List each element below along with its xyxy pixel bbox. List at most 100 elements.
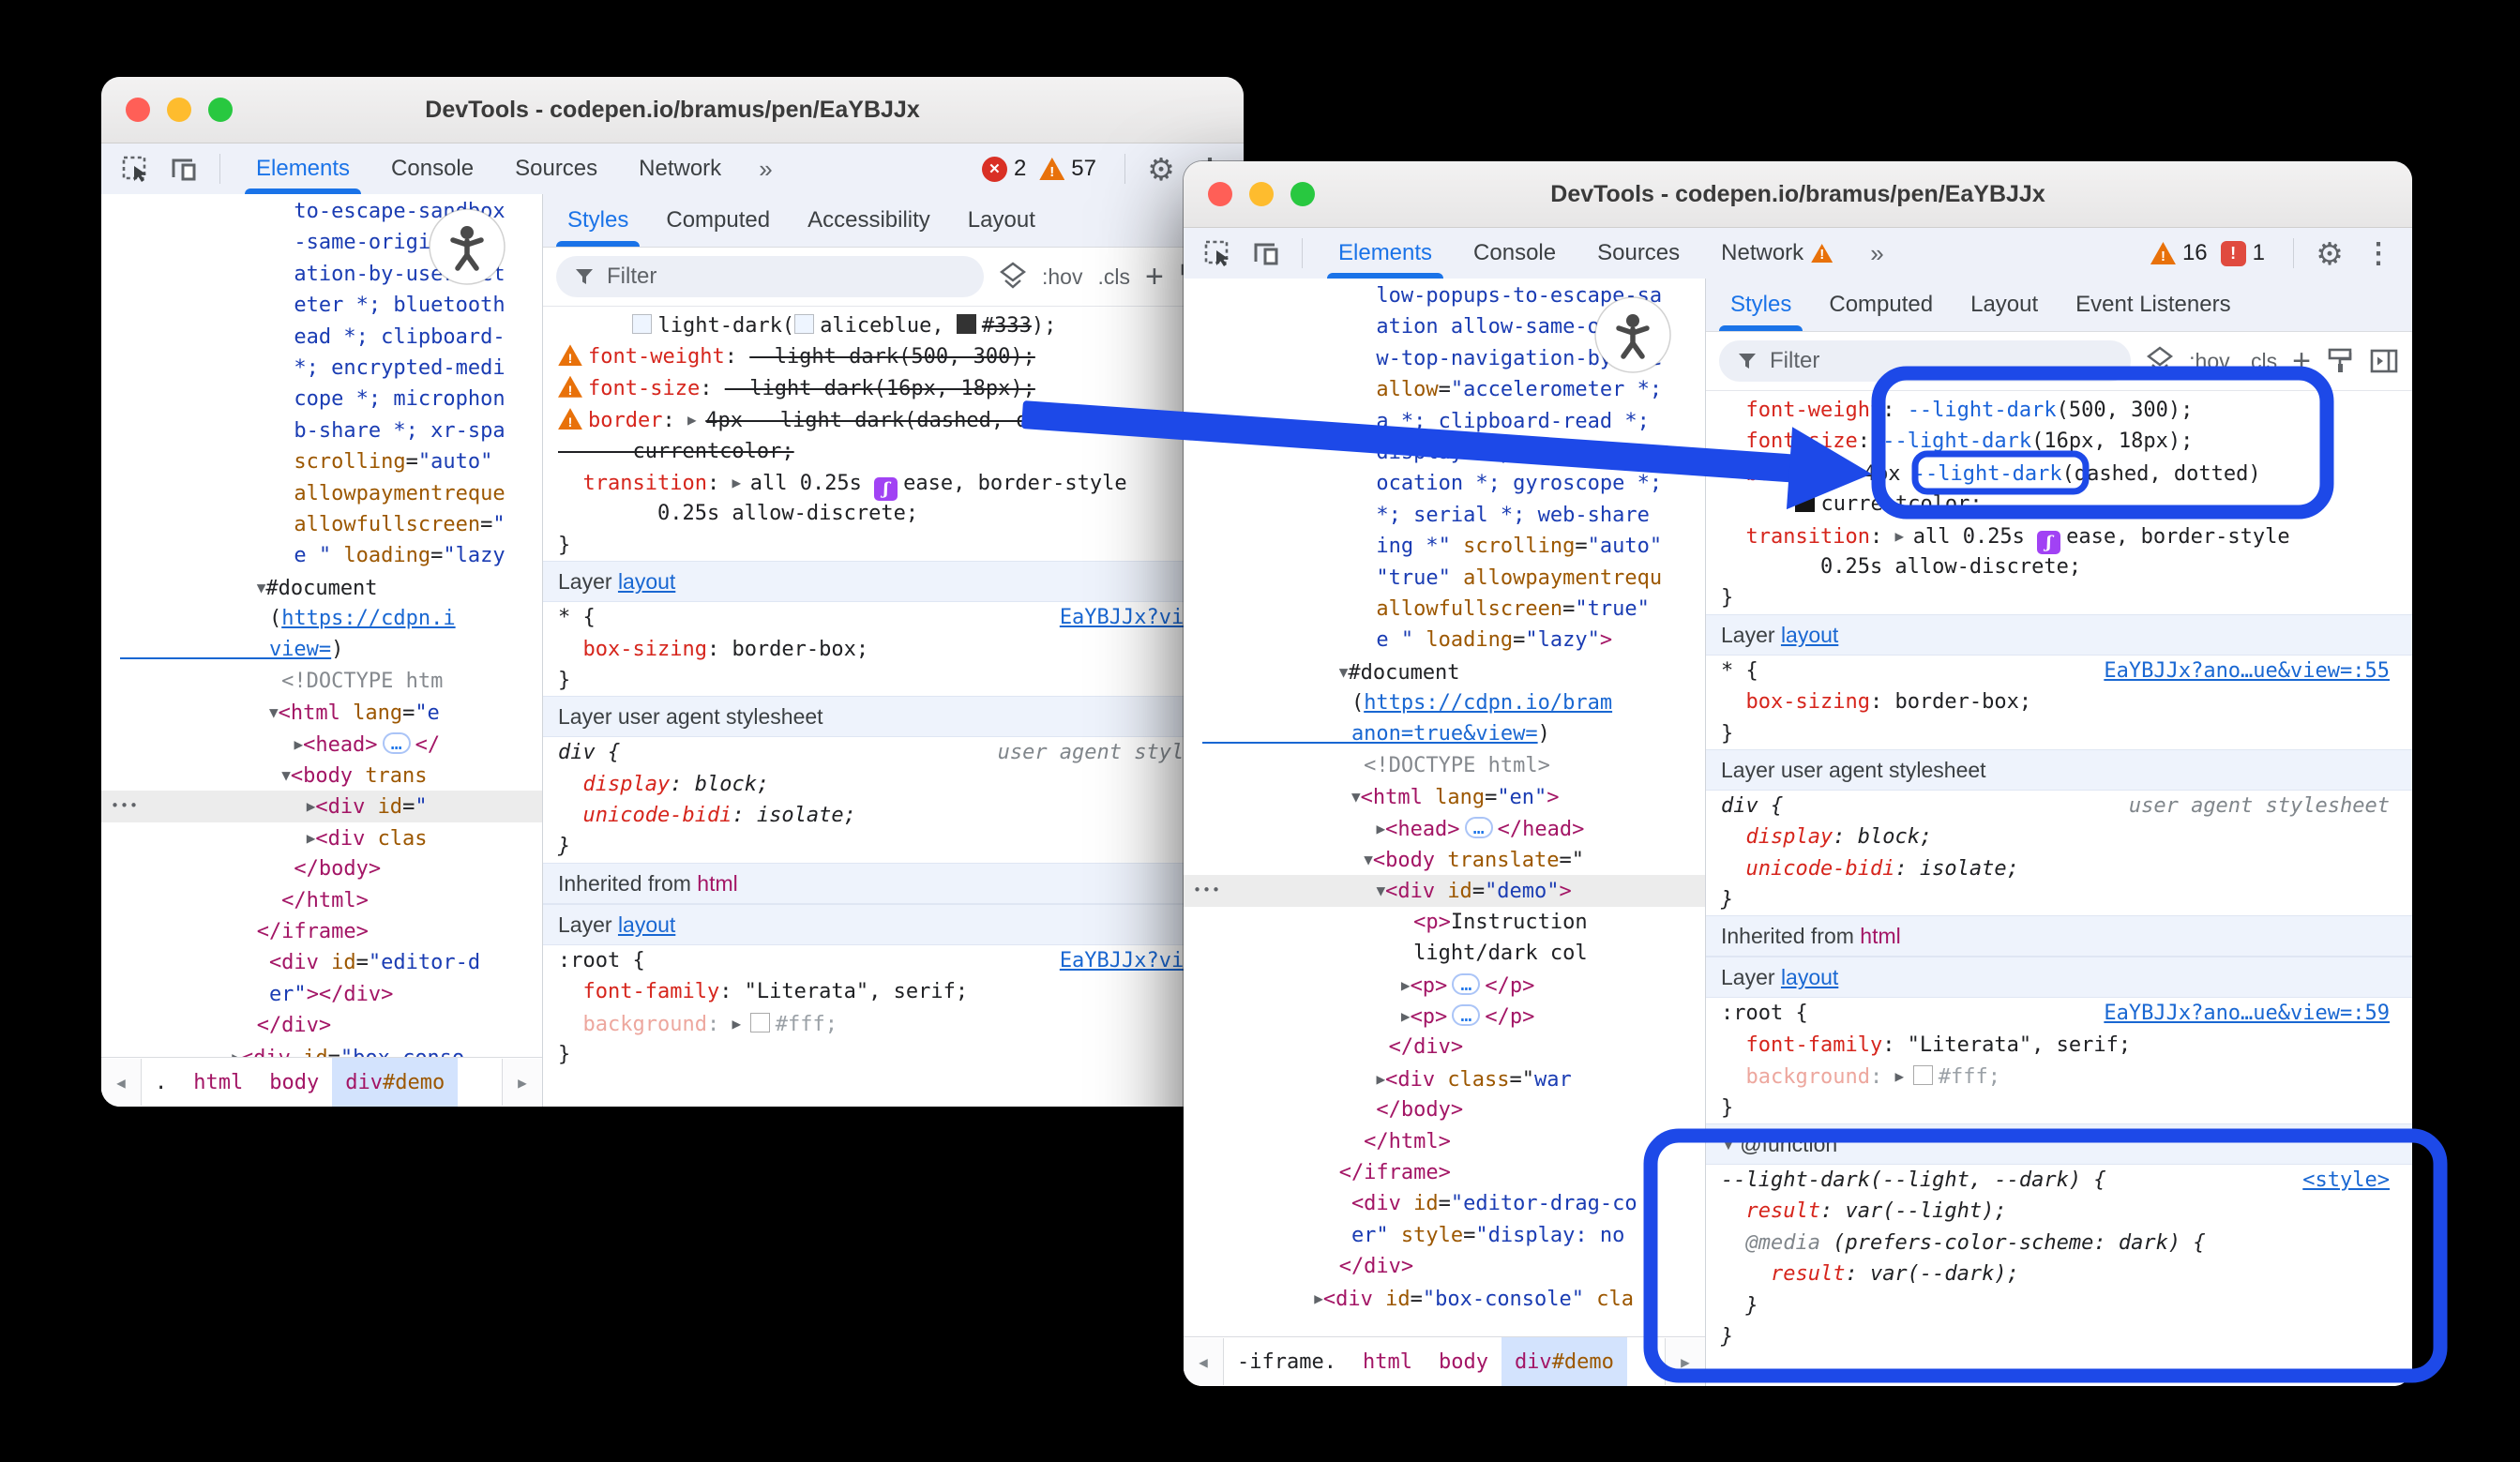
device-toolbar-icon[interactable]: [1245, 233, 1287, 274]
code-line[interactable]: light-dark(aliceblue, #333);: [558, 310, 1229, 341]
kebab-menu-icon[interactable]: ⋮: [2358, 233, 2399, 274]
code-line[interactable]: @media (prefers-color-scheme: dark) {: [1721, 1228, 2397, 1259]
code-line[interactable]: </div>: [120, 1010, 542, 1041]
breadcrumb-item[interactable]: div#demo: [332, 1058, 458, 1107]
tab-layout[interactable]: Layout: [1952, 279, 2057, 331]
code-line[interactable]: e " loading="lazy">: [1202, 625, 1705, 656]
code-line[interactable]: ead *; clipboard-: [120, 322, 542, 353]
tab-sources[interactable]: Sources: [1577, 228, 1700, 279]
breadcrumb-left-arrow[interactable]: ◀: [101, 1059, 142, 1106]
code-line[interactable]: font-family: "Literata", serif;: [558, 976, 1229, 1007]
tab-network[interactable]: Network: [1700, 228, 1853, 279]
code-line[interactable]: unicode-bidi: isolate;: [558, 800, 1229, 831]
code-line[interactable]: 0.25s allow-discrete;: [1721, 551, 2397, 582]
code-line[interactable]: </iframe>: [1202, 1157, 1705, 1188]
code-line[interactable]: scrolling="auto": [120, 446, 542, 477]
code-line[interactable]: border: ▶ 4px --light-dark(dashed, dotte…: [1721, 458, 2397, 489]
device-toolbar-icon[interactable]: [163, 148, 204, 189]
stylesheet-source-link[interactable]: user agent stylesheet: [2129, 791, 2390, 821]
code-line[interactable]: *; encrypted-medi: [120, 353, 542, 384]
code-line[interactable]: currentcolor;: [1721, 489, 2397, 520]
code-line[interactable]: view=): [120, 634, 542, 665]
code-line[interactable]: allowfullscreen=": [120, 509, 542, 540]
code-line[interactable]: anon=true&view=): [1202, 718, 1705, 749]
class-toggle[interactable]: .cls: [2245, 349, 2278, 374]
more-tabs-icon[interactable]: »: [1861, 239, 1893, 268]
code-line[interactable]: ▶<div class="war: [1202, 1063, 1705, 1094]
tab-computed[interactable]: Computed: [1810, 279, 1952, 331]
code-line[interactable]: er"></div>: [120, 979, 542, 1010]
code-line[interactable]: (https://cdpn.i: [120, 603, 542, 634]
code-line[interactable]: <!DOCTYPE html>: [1202, 750, 1705, 781]
code-line[interactable]: }: [1721, 718, 2397, 749]
code-line[interactable]: }: [558, 665, 1229, 696]
code-line[interactable]: *; serial *; web-share: [1202, 500, 1705, 531]
code-line[interactable]: }: [1721, 1321, 2397, 1352]
element-states-icon[interactable]: [2146, 346, 2174, 376]
tab-styles[interactable]: Styles: [1712, 279, 1810, 331]
section-header[interactable]: Layer user agent stylesheet: [1706, 749, 2412, 791]
stylesheet-source-link[interactable]: <style>: [2302, 1165, 2390, 1196]
code-line[interactable]: </body>: [1202, 1094, 1705, 1125]
code-line[interactable]: box-sizing: border-box;: [558, 634, 1229, 665]
code-line[interactable]: * {EaYBJJx?ano…ue&view=:55: [1721, 656, 2397, 686]
issue-count-badge[interactable]: 1: [2221, 240, 2265, 266]
code-line[interactable]: }: [558, 831, 1229, 862]
code-line[interactable]: result: var(--light);: [1721, 1196, 2397, 1227]
code-line[interactable]: --light-dark(--light, --dark) {<style>: [1721, 1165, 2397, 1196]
code-line[interactable]: ▶<div id="box-console" cla: [1202, 1283, 1705, 1314]
section-header[interactable]: Layer layout: [543, 561, 1244, 602]
code-line[interactable]: result: var(--dark);: [1721, 1259, 2397, 1289]
breadcrumb-right-arrow[interactable]: ▶: [1665, 1338, 1705, 1385]
code-line[interactable]: ▶<head>…</: [120, 729, 542, 760]
code-line[interactable]: light/dark col: [1202, 938, 1705, 969]
code-line[interactable]: ing *" scrolling="auto": [1202, 531, 1705, 562]
code-line[interactable]: ocation *; gyroscope *;: [1202, 468, 1705, 499]
code-line[interactable]: 0.25s allow-discrete;: [558, 498, 1229, 529]
code-line[interactable]: display-capture *; encr: [1202, 437, 1705, 468]
section-header[interactable]: Layer layout: [543, 904, 1244, 945]
new-style-rule-icon[interactable]: +: [1145, 267, 1164, 286]
settings-gear-icon[interactable]: ⚙: [2309, 233, 2350, 274]
code-line[interactable]: <div id="editor-drag-co: [1202, 1188, 1705, 1219]
settings-gear-icon[interactable]: ⚙: [1140, 148, 1182, 189]
code-line[interactable]: transition: ▶ all 0.25s ʃease, border-st…: [1721, 520, 2397, 551]
section-header[interactable]: ▼ @function: [1706, 1123, 2412, 1165]
code-line[interactable]: ▶<head>…</head>: [1202, 813, 1705, 844]
code-line[interactable]: font-family: "Literata", serif;: [1721, 1030, 2397, 1061]
console-status-badges[interactable]: 257: [982, 156, 1109, 182]
code-line[interactable]: </div>: [1202, 1251, 1705, 1282]
code-line[interactable]: ▶<div clas: [120, 822, 542, 853]
tab-event-listeners[interactable]: Event Listeners: [2057, 279, 2249, 331]
code-line[interactable]: ▶<p>…</p>: [1202, 970, 1705, 1001]
warning-count-badge[interactable]: 57: [1039, 156, 1096, 182]
code-line[interactable]: }: [1721, 884, 2397, 915]
code-line[interactable]: er" style="display: no: [1202, 1220, 1705, 1251]
inspect-element-icon[interactable]: [1197, 233, 1238, 274]
tab-sources[interactable]: Sources: [494, 143, 618, 194]
element-states-icon[interactable]: [999, 262, 1027, 292]
code-line[interactable]: }: [1721, 1093, 2397, 1123]
code-line[interactable]: e " loading="lazy: [120, 540, 542, 571]
breadcrumb-item[interactable]: body: [256, 1058, 332, 1107]
tab-computed[interactable]: Computed: [647, 194, 789, 247]
code-line[interactable]: "true" allowpaymentrequ: [1202, 563, 1705, 594]
stylesheet-source-link[interactable]: EaYBJJx?ano…ue&view=:59: [2104, 998, 2390, 1029]
code-line[interactable]: font-size: --light-dark(16px, 18px);: [1721, 426, 2397, 457]
code-line[interactable]: <p>Instruction: [1202, 907, 1705, 938]
code-line[interactable]: }: [1721, 582, 2397, 613]
code-line[interactable]: eter *; bluetooth: [120, 290, 542, 321]
hover-toggle[interactable]: :hov: [2189, 349, 2229, 374]
tab-network[interactable]: Network: [618, 143, 742, 194]
code-line[interactable]: allowfullscreen="true": [1202, 594, 1705, 625]
tab-console[interactable]: Console: [370, 143, 494, 194]
code-line[interactable]: font-weight: --light-dark(500, 300);: [558, 341, 1229, 372]
titlebar[interactable]: DevTools - codepen.io/bramus/pen/EaYBJJx: [101, 77, 1244, 143]
breadcrumb-item[interactable]: .: [142, 1058, 180, 1107]
styles-filter-input[interactable]: Filter: [556, 256, 984, 297]
breadcrumb-item[interactable]: html: [1350, 1337, 1426, 1386]
breadcrumb-item[interactable]: html: [180, 1058, 256, 1107]
breadcrumb-item[interactable]: div#demo: [1501, 1337, 1627, 1386]
code-line[interactable]: transition: ▶ all 0.25s ʃease, border-st…: [558, 467, 1229, 498]
console-status-badges[interactable]: 161: [2150, 240, 2278, 266]
